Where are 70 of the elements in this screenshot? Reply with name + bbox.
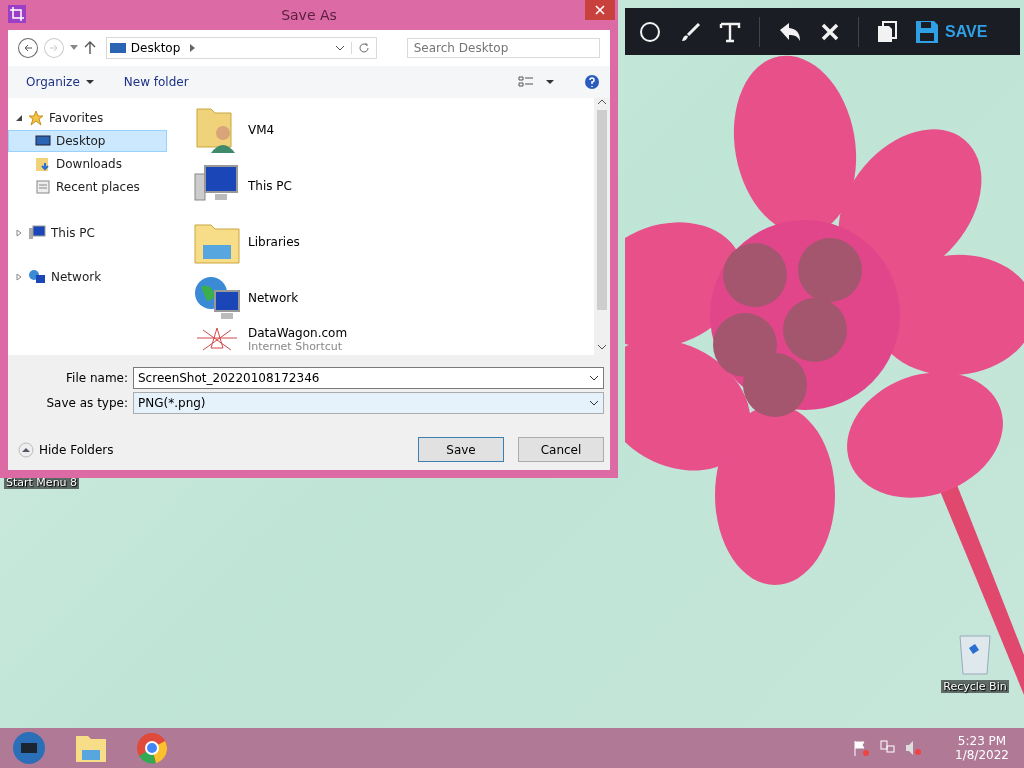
monitor-icon (35, 134, 51, 148)
right-arrow-icon (48, 43, 59, 53)
dialog-button[interactable]: Save (418, 437, 504, 462)
close-button[interactable] (820, 21, 840, 42)
scroll-down-icon[interactable] (597, 343, 607, 351)
toolbar-command-button[interactable]: New folder (123, 75, 189, 89)
file-name-field[interactable]: ScreenShot_20220108172346 (133, 366, 604, 389)
crop-icon (8, 5, 26, 23)
monitor-icon (109, 42, 126, 54)
toolbar-command-button[interactable]: Organize (26, 75, 94, 89)
nav-tree-item[interactable]: Favorites (8, 107, 167, 129)
view-options-button[interactable] (518, 75, 554, 89)
file-type-label: Internet Shortcut (248, 340, 344, 353)
file-name: VM4 (248, 123, 275, 137)
globe-computer-icon (28, 269, 46, 285)
expanded-arrow-icon[interactable] (15, 114, 23, 122)
nav-tree-item[interactable]: Desktop (8, 130, 167, 152)
globe-computer-icon (193, 275, 241, 321)
file-list-item[interactable]: Libraries (192, 214, 594, 270)
scrollbar[interactable] (594, 98, 610, 355)
document-icon (35, 179, 51, 195)
collapsed-arrow-icon[interactable] (15, 273, 23, 281)
file-list-item[interactable]: VM4 (192, 102, 594, 158)
field-label: Save as type: (45, 395, 129, 410)
recycle-bin-icon[interactable] (957, 632, 993, 676)
chevron-down-icon (589, 374, 599, 381)
up-button[interactable] (83, 41, 96, 55)
chevron-down-icon (589, 399, 599, 406)
window-title: Save As (281, 7, 337, 23)
file-list-item[interactable]: DataWagon.com Internet Shortcut (192, 326, 594, 355)
nav-tree-item[interactable]: Downloads (8, 153, 167, 175)
chrome-browser-button[interactable] (136, 732, 168, 764)
recent-locations-button[interactable] (69, 45, 78, 51)
desktop-icon-label[interactable]: Recycle Bin (941, 680, 1009, 693)
flag-icon[interactable] (852, 739, 870, 757)
copy-button[interactable] (877, 20, 897, 43)
nav-tree-item[interactable]: Recent places (8, 176, 167, 198)
breadcrumb-arrow-icon[interactable] (190, 44, 197, 52)
file-name: DataWagon.com (248, 326, 348, 340)
collapsed-arrow-icon[interactable] (15, 229, 23, 237)
computer-icon (28, 225, 46, 241)
file-list-item[interactable]: This PC (192, 158, 594, 214)
file-name: Libraries (248, 235, 300, 249)
file-list-item[interactable]: Network (192, 270, 594, 326)
nav-tree-item[interactable]: This PC (8, 222, 167, 244)
text-tool-button[interactable] (719, 20, 741, 43)
address-bar[interactable]: Desktop (105, 37, 377, 59)
file-name: This PC (248, 179, 292, 193)
hide-folders-button[interactable]: Hide Folders (18, 441, 114, 458)
speaker-muted-icon[interactable] (904, 739, 922, 757)
close-icon (595, 5, 605, 15)
search-field[interactable]: Search Desktop (406, 38, 600, 58)
file-name: Network (248, 291, 299, 305)
collapse-icon (18, 441, 34, 458)
chevron-down-icon[interactable] (334, 45, 345, 51)
star-icon (28, 110, 44, 126)
file-type-dropdown[interactable]: PNG(*.png) (133, 391, 604, 414)
help-icon[interactable] (584, 74, 600, 90)
nav-tree-item[interactable]: Network (8, 266, 167, 288)
circle-tool-button[interactable] (639, 20, 661, 43)
back-button[interactable] (18, 38, 38, 58)
save-button[interactable]: SAVE (915, 19, 988, 44)
caret-icon (85, 79, 94, 85)
left-arrow-icon (22, 43, 33, 53)
scroll-up-icon[interactable] (597, 98, 607, 106)
start-orb-button[interactable] (12, 731, 46, 765)
undo-button[interactable] (778, 20, 802, 43)
field-label: File name: (65, 370, 129, 385)
brush-tool-button[interactable] (679, 20, 701, 43)
dialog-button[interactable]: Cancel (518, 437, 604, 462)
